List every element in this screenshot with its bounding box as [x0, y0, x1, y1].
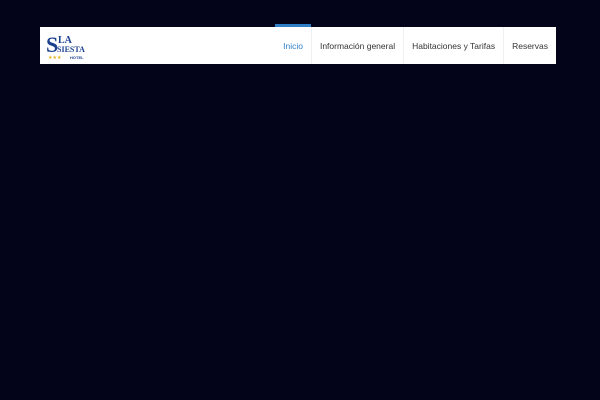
main-nav: Inicio Información general Habitaciones … [275, 24, 556, 64]
hotel-logo[interactable]: S LA SIESTA ★★★ HOTEL [46, 31, 94, 61]
nav-item-reservas[interactable]: Reservas [503, 27, 556, 64]
hero-area [0, 64, 600, 400]
logo-line2: SIESTA [57, 45, 85, 54]
nav-item-label: Información general [319, 40, 396, 51]
nav-item-label: Habitaciones y Tarifas [412, 40, 496, 51]
logo-mark: S LA SIESTA ★★★ HOTEL [46, 32, 85, 61]
logo-stars: ★★★ [48, 55, 62, 61]
nav-item-label: Inicio [283, 40, 303, 51]
site-header: S LA SIESTA ★★★ HOTEL Inicio Información… [40, 24, 556, 64]
nav-item-label: Reservas [512, 40, 548, 51]
nav-item-inicio[interactable]: Inicio [275, 24, 311, 64]
nav-item-informacion-general[interactable]: Información general [310, 27, 403, 64]
logo-line3: HOTEL [70, 55, 84, 60]
nav-item-habitaciones-tarifas[interactable]: Habitaciones y Tarifas [403, 27, 503, 64]
